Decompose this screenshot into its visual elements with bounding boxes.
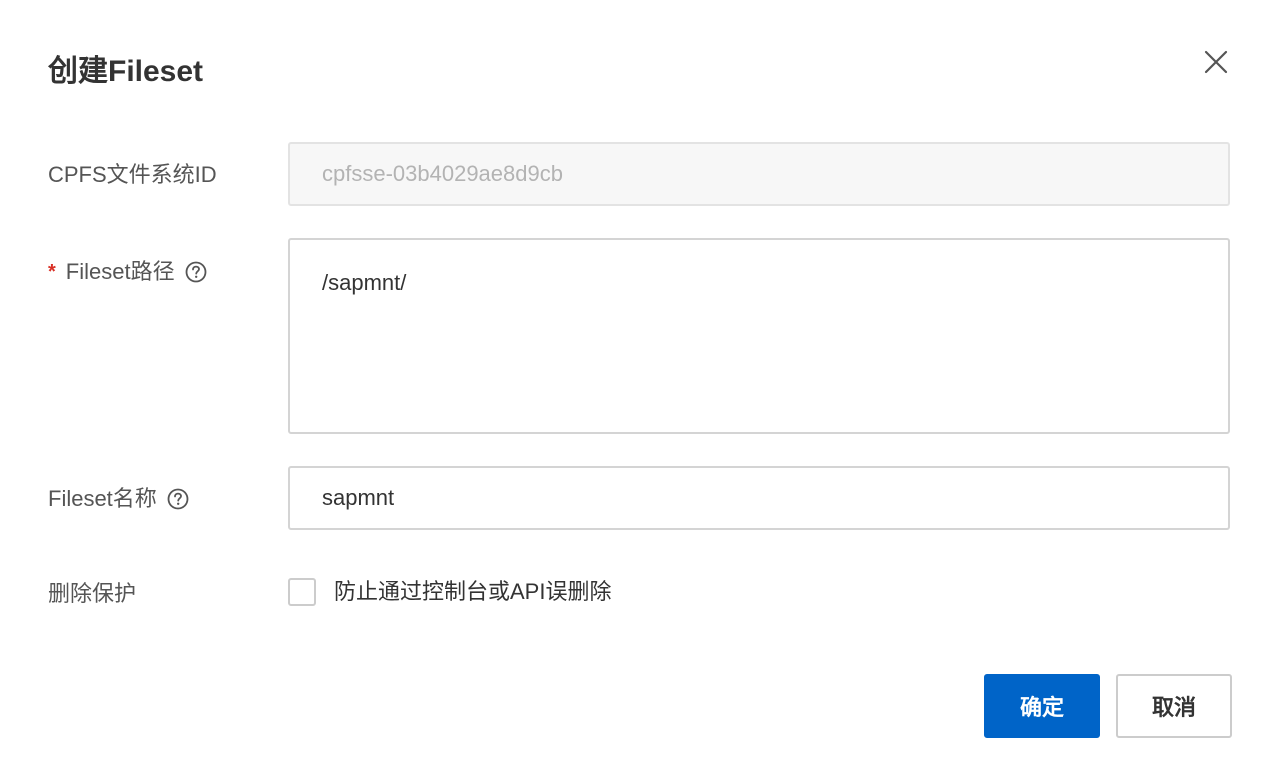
question-circle-icon <box>185 261 207 283</box>
close-icon <box>1204 50 1228 74</box>
delete-protection-label: 删除保护 <box>48 579 136 609</box>
confirm-button[interactable]: 确定 <box>984 674 1100 738</box>
cpfs-id-input <box>288 142 1230 206</box>
cpfs-id-label-text: CPFS文件系统ID <box>48 162 217 187</box>
cpfs-id-label: CPFS文件系统ID <box>48 160 217 190</box>
fileset-path-label: * Fileset路径 <box>48 257 207 287</box>
fileset-name-label-text: Fileset名称 <box>48 486 157 511</box>
fileset-path-label-text: Fileset路径 <box>65 259 175 284</box>
dialog-title: 创建Fileset <box>48 55 204 88</box>
required-mark: * <box>48 261 56 283</box>
delete-protection-label-text: 删除保护 <box>48 581 137 606</box>
question-circle-icon <box>167 488 189 510</box>
fileset-path-textarea[interactable] <box>288 238 1230 434</box>
delete-protection-checkbox-label[interactable]: 防止通过控制台或API误删除 <box>334 577 611 607</box>
create-fileset-dialog: 创建Fileset CPFS文件系统ID * Fileset路径 Fileset… <box>0 0 1280 784</box>
close-button[interactable] <box>1196 44 1236 84</box>
fileset-name-label: Fileset名称 <box>48 484 189 514</box>
delete-protection-row: 防止通过控制台或API误删除 <box>288 577 611 607</box>
cancel-button[interactable]: 取消 <box>1116 674 1232 738</box>
help-icon[interactable] <box>167 488 189 510</box>
delete-protection-checkbox[interactable] <box>288 578 316 606</box>
fileset-name-input[interactable] <box>288 466 1230 530</box>
help-icon[interactable] <box>185 261 207 283</box>
